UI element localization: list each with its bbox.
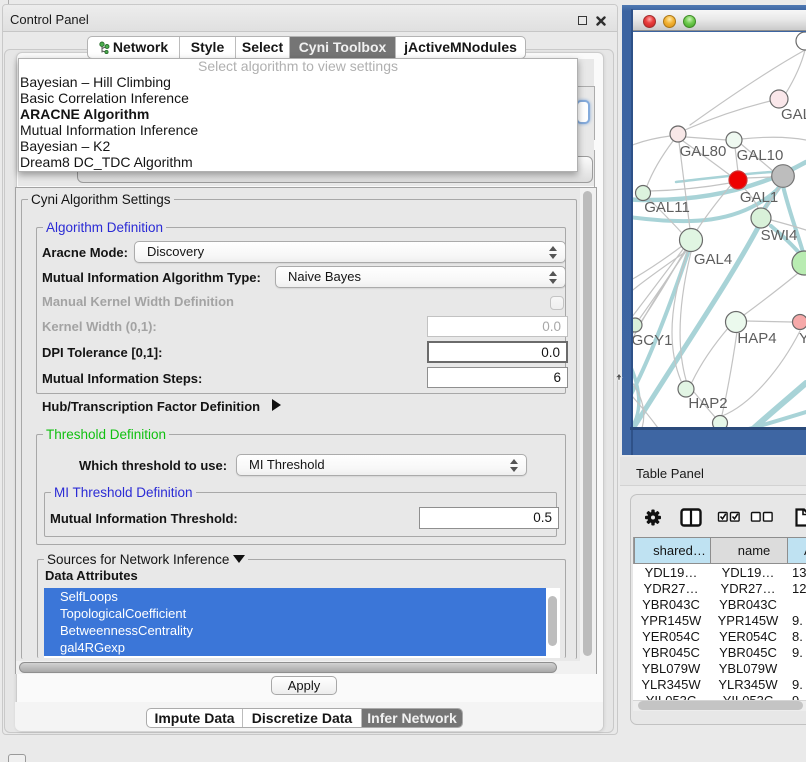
svg-text:SWI4: SWI4 (761, 227, 798, 244)
svg-text:GAL11: GAL11 (644, 199, 690, 216)
svg-text:Y: Y (799, 330, 806, 347)
svg-text:GAL10: GAL10 (737, 147, 784, 164)
svg-text:GAL4: GAL4 (694, 251, 732, 268)
svg-text:GCY1: GCY1 (633, 332, 672, 349)
svg-text:HAP2: HAP2 (688, 395, 727, 412)
svg-text:HAP4: HAP4 (737, 330, 776, 347)
svg-text:GAL7: GAL7 (781, 106, 806, 123)
svg-text:GAL1: GAL1 (740, 189, 778, 206)
svg-text:GAL80: GAL80 (680, 143, 727, 160)
